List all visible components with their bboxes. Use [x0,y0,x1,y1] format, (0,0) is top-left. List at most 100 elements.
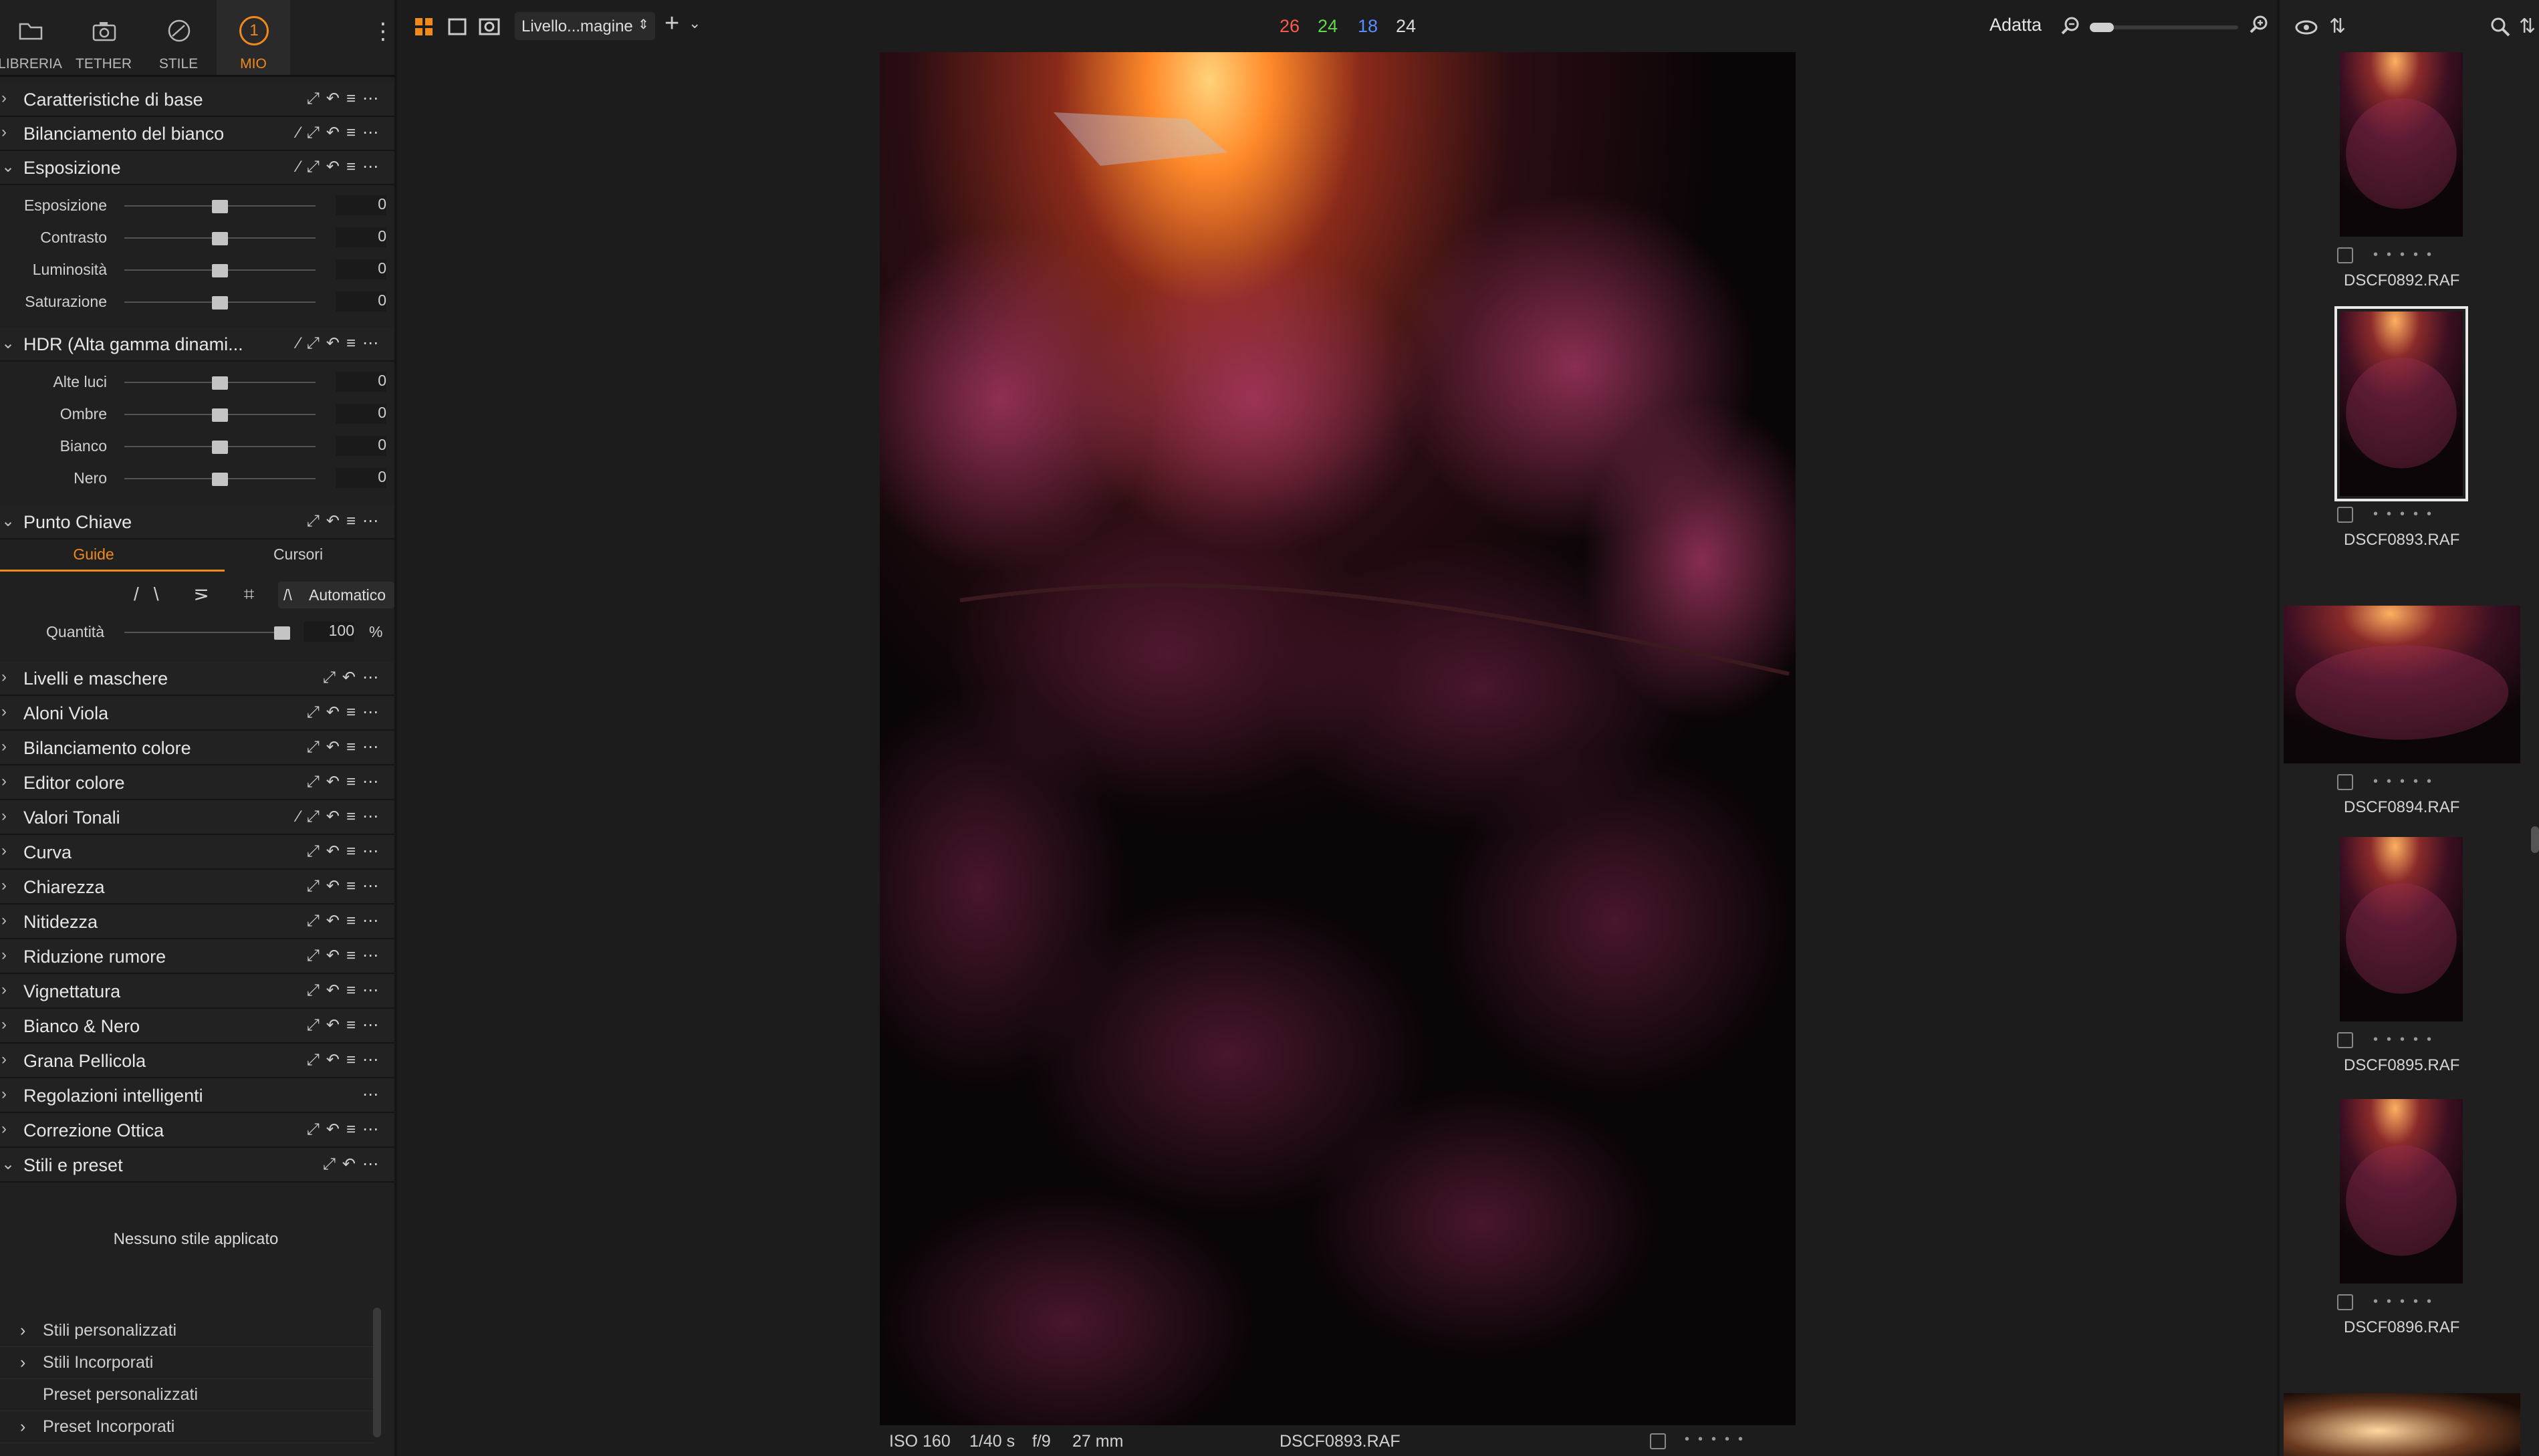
add-layer-icon[interactable]: + [664,9,679,38]
thumbnail-checkbox[interactable] [2337,1032,2353,1048]
section-tools[interactable]: ⋯ [362,1085,385,1104]
section-tools[interactable]: ⤢↶≡⋯ [307,703,385,722]
style-tree-item[interactable]: › Stili personalizzati [0,1316,374,1347]
section-tools[interactable]: ⁄⤢↶≡⋯ [297,123,385,142]
grid-view-icon[interactable] [414,17,433,36]
section-caratteristiche-di-base[interactable]: › Caratteristiche di base ⤢↶≡⋯ [0,83,394,117]
section-tools[interactable]: ⁄⤢↶≡⋯ [297,334,385,353]
search-icon[interactable] [2490,16,2511,41]
section-chiarezza[interactable]: › Chiarezza ⤢↶≡⋯ [0,870,394,904]
slider-row[interactable]: Ombre 0 [0,398,394,429]
thumbnail-image[interactable] [2334,306,2468,501]
section-tools[interactable]: ⤢↶≡⋯ [307,1120,385,1139]
slider-knob[interactable] [212,441,228,454]
section-tools[interactable]: ⤢↶≡⋯ [307,511,385,531]
scrollbar[interactable] [373,1308,381,1437]
compare-view-icon[interactable] [479,17,500,36]
section-tools[interactable]: ⤢↶≡⋯ [307,737,385,757]
slider-knob[interactable] [212,473,228,486]
slider-value[interactable]: 0 [336,259,386,279]
section-esposizione[interactable]: ⌄ Esposizione ⁄⤢↶≡⋯ [0,151,394,185]
select-checkbox[interactable] [1650,1433,1666,1449]
thumbnail-rating[interactable]: ••••• [2373,507,2440,522]
section-tools[interactable]: ⤢↶≡⋯ [307,1015,385,1035]
rating-stars[interactable]: ••••• [1685,1432,1751,1447]
section-tools[interactable]: ⤢↶≡⋯ [307,946,385,965]
main-image[interactable] [880,52,1796,1425]
section-tools[interactable]: ⁄⤢↶≡⋯ [297,807,385,826]
section-regolazioni-intelligenti[interactable]: › Regolazioni intelligenti ⋯ [0,1079,394,1113]
section-tools[interactable]: ⤢↶≡⋯ [307,842,385,861]
thumbnail-rating[interactable]: ••••• [2373,247,2440,263]
section-grana-pellicola[interactable]: › Grana Pellicola ⤢↶≡⋯ [0,1044,394,1078]
section-aloni-viola[interactable]: › Aloni Viola ⤢↶≡⋯ [0,697,394,731]
style-tree-item[interactable]: › Preset Incorporati [0,1412,374,1443]
section-punto-chiave[interactable]: ⌄ Punto Chiave ⤢↶≡⋯ [0,505,394,539]
thumbnail-rating[interactable]: ••••• [2373,774,2440,790]
slider-row[interactable]: Alte luci 0 [0,366,394,397]
tab-cursori[interactable]: Cursori [205,545,392,564]
slider-knob[interactable] [212,232,228,245]
slider-knob[interactable] [212,264,228,277]
section-tools[interactable]: ⁄⤢↶≡⋯ [297,157,385,176]
style-tree-item[interactable]: Preset personalizzati [0,1380,374,1411]
slider-knob[interactable] [212,200,228,213]
thumbnail-checkbox[interactable] [2337,1294,2353,1310]
filmstrip-scrollbar[interactable] [2531,826,2539,853]
thumbnail-rating[interactable]: ••••• [2373,1294,2440,1310]
thumbnail-image[interactable] [2340,52,2463,237]
slider-value[interactable]: 0 [336,436,386,456]
section-bilanciamento-bianco[interactable]: › Bilanciamento del bianco ⁄⤢↶≡⋯ [0,117,394,151]
slider-track[interactable] [124,632,282,633]
slider-quantita[interactable]: Quantità 100 % [0,616,394,647]
zoom-slider-knob[interactable] [2090,23,2114,32]
panel-menu-icon[interactable]: ⋮ [372,20,394,43]
slider-value[interactable]: 0 [336,468,386,488]
section-bilanciamento-colore[interactable]: › Bilanciamento colore ⤢↶≡⋯ [0,731,394,765]
thumbnail-partial[interactable] [2284,1393,2520,1456]
section-valori-tonali[interactable]: › Valori Tonali ⁄⤢↶≡⋯ [0,801,394,835]
slider-knob[interactable] [212,408,228,422]
tab-libreria[interactable]: LIBRERIA [0,0,67,75]
single-view-icon[interactable] [448,17,467,36]
auto-button[interactable]: /\ Automatico [278,582,394,608]
thumbnail-image[interactable] [2340,837,2463,1021]
section-vignettatura[interactable]: › Vignettatura ⤢↶≡⋯ [0,975,394,1009]
slider-row[interactable]: Esposizione 0 [0,190,394,221]
section-stili-e-preset[interactable]: ⌄ Stili e preset ⤢↶⋯ [0,1148,394,1183]
section-bianco-nero[interactable]: › Bianco & Nero ⤢↶≡⋯ [0,1009,394,1044]
slider-knob[interactable] [212,296,228,310]
section-tools[interactable]: ⤢↶⋯ [323,668,385,687]
section-correzione-ottica[interactable]: › Correzione Ottica ⤢↶≡⋯ [0,1114,394,1148]
zoom-out-icon[interactable] [2060,16,2080,41]
section-livelli-e-maschere[interactable]: › Livelli e maschere ⤢↶⋯ [0,662,394,696]
tab-mio[interactable]: 1 MIO [217,0,290,75]
thumbnail-checkbox[interactable] [2337,507,2353,523]
slider-row[interactable]: Saturazione 0 [0,286,394,317]
thumbnail-checkbox[interactable] [2337,774,2353,790]
section-riduzione-rumore[interactable]: › Riduzione rumore ⤢↶≡⋯ [0,940,394,974]
slider-value[interactable]: 0 [336,291,386,312]
section-tools[interactable]: ⤢↶≡⋯ [307,981,385,1000]
slider-row[interactable]: Luminosità 0 [0,254,394,285]
slider-value[interactable]: 0 [336,227,386,247]
style-tree-item[interactable]: › Stili Incorporati [0,1348,374,1379]
tab-stile[interactable]: STILE [142,0,215,75]
guide-mode-icons[interactable]: /\ ⋝ ⌗ [134,583,269,606]
section-editor-colore[interactable]: › Editor colore ⤢↶≡⋯ [0,766,394,800]
slider-row[interactable]: Bianco 0 [0,431,394,461]
layer-select[interactable]: Livello...magine ⇕ [515,12,655,40]
slider-row[interactable]: Contrasto 0 [0,222,394,253]
slider-value[interactable]: 0 [336,195,386,215]
chevron-down-icon[interactable]: ⌄ [689,15,701,32]
section-tools[interactable]: ⤢↶⋯ [323,1155,385,1174]
eye-icon[interactable] [2294,17,2318,41]
section-tools[interactable]: ⤢↶≡⋯ [307,876,385,896]
section-tools[interactable]: ⤢↶≡⋯ [307,911,385,931]
section-hdr[interactable]: ⌄ HDR (Alta gamma dinami... ⁄⤢↶≡⋯ [0,328,394,362]
section-tools[interactable]: ⤢↶≡⋯ [307,1050,385,1070]
sort-icon[interactable]: ⇅ [2329,15,2346,38]
slider-knob[interactable] [274,626,290,640]
section-nitidezza[interactable]: › Nitidezza ⤢↶≡⋯ [0,905,394,939]
zoom-in-icon[interactable] [2249,15,2269,39]
